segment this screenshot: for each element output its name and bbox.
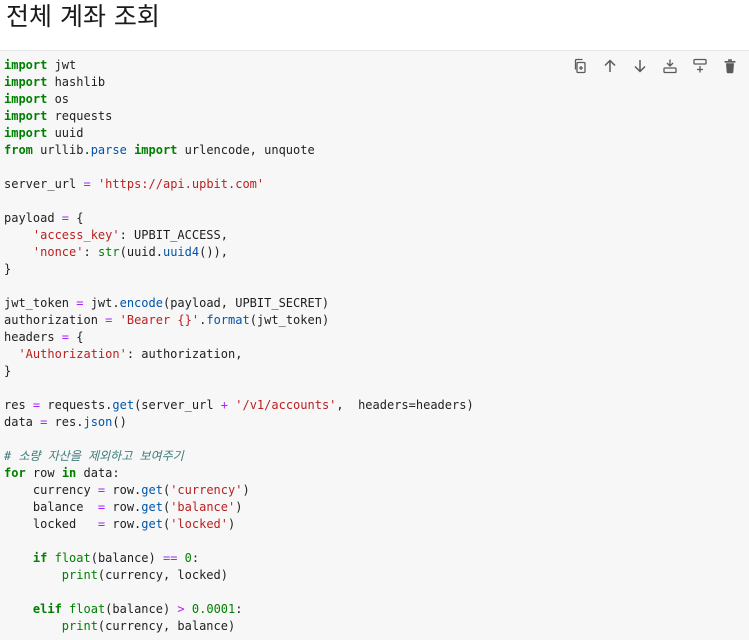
delete-icon[interactable] [719,55,741,77]
code-line: jwt_token = jwt.encode(payload, UPBIT_SE… [4,296,330,310]
code-line: import requests [4,109,113,123]
code-line: ​ [4,193,474,210]
code-line: print(currency, locked) [61,568,228,582]
code-line: ​ [4,159,474,176]
code-line: # 소량 자산을 제외하고 보여주기 [4,449,184,463]
insert-above-icon[interactable] [659,55,681,77]
code-line: data = res.json() [4,415,127,429]
code-line: locked = row.get('locked') [4,517,236,531]
code-line: balance = row.get('balance') [4,500,243,514]
code-line: res = requests.get(server_url + '/v1/acc… [4,398,474,412]
code-line: } [4,262,12,276]
code-line: for row in data: [4,466,120,480]
code-line: ​ [4,380,474,397]
code-line: import os [4,92,70,106]
insert-below-icon[interactable] [689,55,711,77]
code-line: import jwt [4,58,77,72]
code-line: payload = { [4,211,84,225]
code-line: from urllib.parse import urlencode, unqu… [4,143,315,157]
cell-toolbar [569,55,741,77]
code-line: currency = row.get('currency') [4,483,250,497]
code-line: ​ [4,278,474,295]
code-line: print(currency, balance) [61,619,236,633]
code-line: ​ [4,533,474,550]
move-down-icon[interactable] [629,55,651,77]
code-line: 'nonce': str(uuid.uuid4()), [32,245,229,259]
code-line: 'Authorization': authorization, [18,347,243,361]
code-line: server_url = 'https://api.upbit.com' [4,177,265,191]
code-cell[interactable]: import jwt import hashlib import os import … [0,50,749,640]
code-line: import hashlib [4,75,106,89]
code-line: 'access_key': UPBIT_ACCESS, [32,228,228,242]
code-line: ​ [4,431,474,448]
code-line: elif float(balance) > 0.0001: [32,602,243,616]
code-line: headers = { [4,330,84,344]
code-line: ​ [4,584,474,601]
code-line: } [4,364,12,378]
code-line: if float(balance) == 0: [32,551,200,565]
copy-icon[interactable] [569,55,591,77]
code-line: import uuid [4,126,84,140]
move-up-icon[interactable] [599,55,621,77]
code-line: authorization = 'Bearer {}'.format(jwt_t… [4,313,330,327]
code-editor[interactable]: import jwt import hashlib import os import … [4,57,474,635]
section-heading: 전체 계좌 조회 [6,2,160,31]
